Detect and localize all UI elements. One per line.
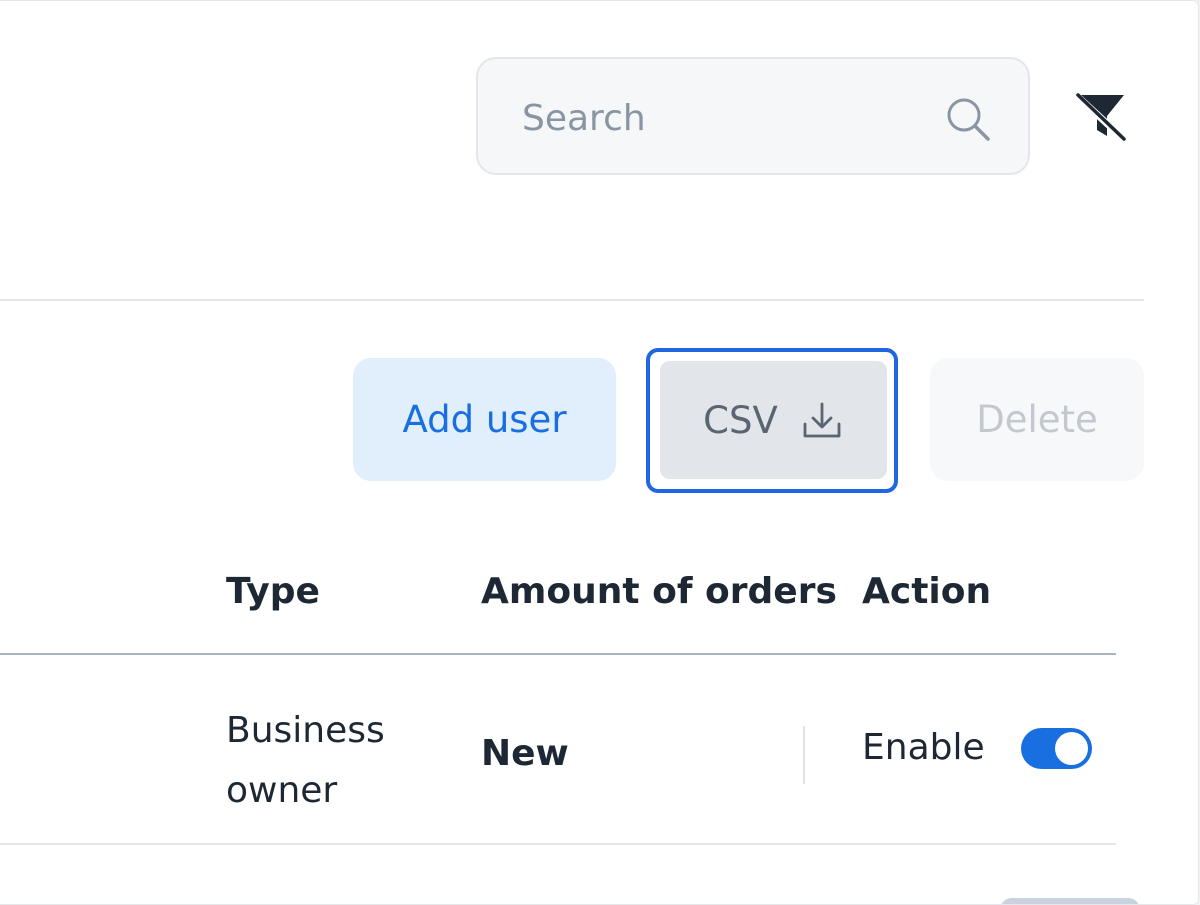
- next-row-toggle-partial: [1000, 898, 1140, 904]
- enable-label: Enable: [862, 727, 985, 768]
- section-divider: [0, 299, 1144, 301]
- search-input[interactable]: [520, 89, 924, 147]
- filter-off-icon[interactable]: [1074, 89, 1130, 145]
- column-header-orders[interactable]: Amount of orders: [481, 571, 837, 612]
- delete-button[interactable]: Delete: [930, 358, 1144, 481]
- toggle-knob: [1055, 732, 1088, 765]
- cell-amount-of-orders: New: [481, 733, 569, 774]
- search-icon[interactable]: [944, 95, 992, 143]
- users-panel: Add user CSV Delete Type Amount of order…: [0, 0, 1199, 905]
- delete-label: Delete: [976, 398, 1098, 441]
- table-header-divider: [0, 653, 1116, 655]
- csv-label: CSV: [703, 398, 778, 442]
- add-user-label: Add user: [402, 398, 567, 441]
- column-header-action: Action: [862, 571, 992, 612]
- csv-export-button[interactable]: CSV: [660, 361, 887, 479]
- cell-separator: [803, 726, 805, 784]
- add-user-button[interactable]: Add user: [353, 358, 616, 481]
- column-header-type[interactable]: Type: [226, 571, 320, 612]
- row-divider: [0, 843, 1116, 845]
- cell-type: Business owner: [226, 710, 385, 811]
- enable-toggle[interactable]: [1021, 728, 1092, 769]
- download-icon: [803, 402, 841, 438]
- search-box[interactable]: [476, 57, 1030, 175]
